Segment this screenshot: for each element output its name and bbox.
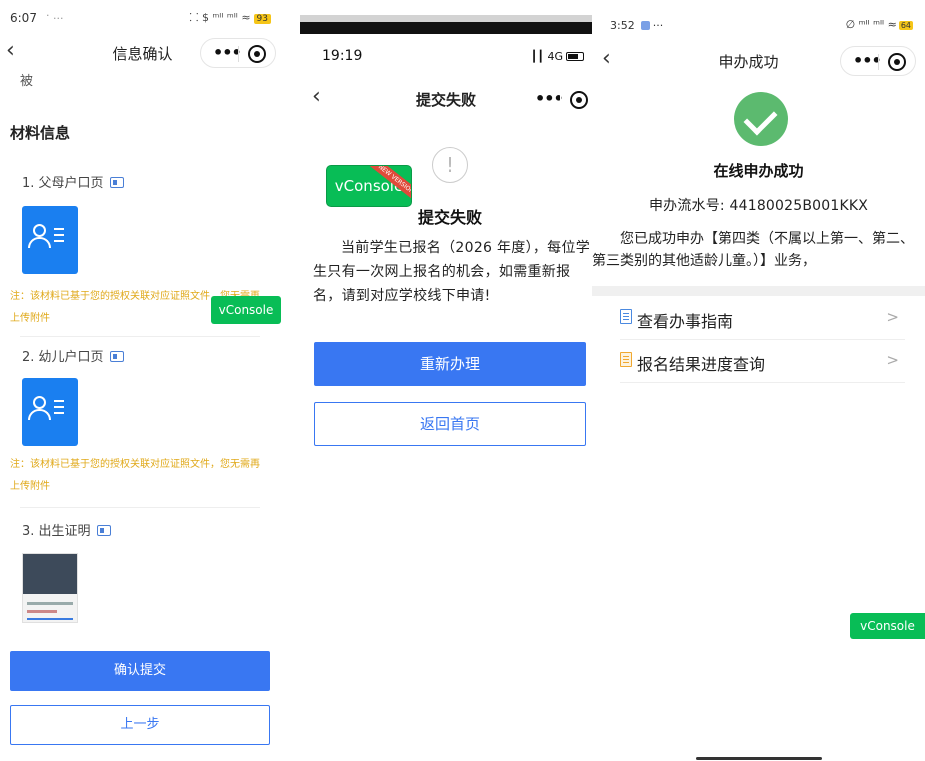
line-icon <box>54 240 64 242</box>
status-time: 6:07 <box>10 11 37 25</box>
target-icon[interactable] <box>888 53 906 71</box>
confirm-submit-button[interactable]: 确认提交 <box>10 651 270 691</box>
signal-icon: ⸬ $ ᵐᴵᴵ ᵐᴵᴵ ≈ <box>189 11 251 24</box>
status-time: 19:19 <box>322 48 363 64</box>
thumb-line <box>27 610 57 613</box>
chevron-right-icon: > <box>886 308 899 326</box>
vconsole-button[interactable]: vConsole <box>850 613 925 639</box>
thumb-line <box>27 618 73 620</box>
line-icon <box>54 400 64 402</box>
menu-item-guide[interactable]: 查看办事指南 > <box>592 298 925 340</box>
document-icon <box>620 352 632 367</box>
document-thumbnail-2[interactable] <box>22 378 78 446</box>
mini-program-capsule: ••• <box>840 46 916 76</box>
person-body-icon <box>28 409 51 420</box>
document-thumbnail-1[interactable] <box>22 206 78 274</box>
line-icon <box>54 234 64 236</box>
capsule-divider <box>878 54 879 70</box>
success-description: 您已成功申办【第四类（不属以上第一、第二、第三类别的其他适龄儿童。）】业务， <box>592 231 914 269</box>
more-icon[interactable]: ••• <box>535 89 564 108</box>
person-icon <box>33 224 46 237</box>
section-divider <box>592 286 925 296</box>
divider <box>20 507 260 508</box>
status-bar: 6:07 · ... ⸬ $ ᵐᴵᴵ ᵐᴵᴵ ≈93 <box>0 0 285 34</box>
line-icon <box>54 228 64 230</box>
previous-step-button[interactable]: 上一步 <box>10 705 270 745</box>
menu-item-progress[interactable]: 报名结果进度查询 > <box>592 341 925 383</box>
id-card-icon <box>96 525 111 536</box>
material-label-2: 2. 幼儿户口页 <box>22 346 124 365</box>
material-label-text: 3. 出生证明 <box>22 524 91 539</box>
status-icons: ┃┃ 4G <box>531 50 584 63</box>
battery-icon: 93 <box>253 14 271 24</box>
partial-text: 被 <box>20 74 34 89</box>
nav-bar: ‹ 信息确认 ••• <box>0 34 285 74</box>
person-body-icon <box>28 237 51 248</box>
status-time: 3:52 <box>610 19 635 32</box>
line-icon <box>54 412 64 414</box>
material-label-text: 2. 幼儿户口页 <box>22 350 104 365</box>
menu-item-label: 报名结果进度查询 <box>637 355 766 374</box>
vconsole-button[interactable]: vConsole <box>211 296 281 324</box>
app-icon <box>640 21 650 30</box>
more-icon[interactable]: ••• <box>213 43 242 62</box>
apply-success-screen: 3:52 ··· ∅ ᵐᴵᴵ ᵐᴵᴵ ≈64 ‹ 申办成功 ••• 在线申办成功 … <box>592 0 925 761</box>
serial-number: 申办流水号: 44180025B001KKX <box>648 198 869 214</box>
status-icons: ⸬ $ ᵐᴵᴵ ᵐᴵᴵ ≈93 <box>189 10 271 25</box>
status-bar: 19:19 ┃┃ 4G <box>300 34 592 74</box>
signal-icon: ∅ ᵐᴵᴵ ᵐᴵᴵ ≈ <box>845 18 897 31</box>
submit-failed-screen: 19:19 ┃┃ 4G ‹ 提交失败 ••• vConsole NEW VERSI… <box>300 0 592 761</box>
status-bar: 3:52 ··· ∅ ᵐᴵᴵ ᵐᴵᴵ ≈64 <box>592 0 925 44</box>
check-icon <box>734 92 788 146</box>
success-title: 在线申办成功 <box>713 162 804 180</box>
material-label-3: 3. 出生证明 <box>22 520 111 539</box>
info-confirm-screen: 6:07 · ... ⸬ $ ᵐᴵᴵ ᵐᴵᴵ ≈93 ‹ 信息确认 ••• 被 … <box>0 0 285 761</box>
battery-icon <box>566 52 584 61</box>
target-icon[interactable] <box>570 91 588 109</box>
status-icons: ∅ ᵐᴵᴵ ᵐᴵᴵ ≈64 <box>846 18 913 31</box>
battery-icon: 64 <box>898 21 913 30</box>
thumb-line <box>27 602 73 605</box>
document-icon <box>620 309 632 324</box>
person-icon <box>33 396 46 409</box>
top-frame <box>300 0 592 34</box>
status-notification-dots: ··· <box>652 19 664 32</box>
material-note-2: 注：该材料已基于您的授权关联对应证照文件，您无需再上传附件 <box>10 459 260 492</box>
divider <box>20 336 260 337</box>
fail-title: 提交失败 <box>418 208 483 227</box>
frame-grey-bar <box>300 15 592 22</box>
frame-black-bar <box>300 22 592 34</box>
thumb-image <box>23 554 77 594</box>
target-icon[interactable] <box>248 45 266 63</box>
line-icon <box>54 406 64 408</box>
menu-item-label: 查看办事指南 <box>637 312 734 331</box>
material-label-text: 1. 父母户口页 <box>22 176 104 191</box>
home-indicator <box>696 757 822 760</box>
more-icon[interactable]: ••• <box>853 51 882 70</box>
divider <box>620 339 905 340</box>
divider <box>620 382 905 383</box>
id-card-icon <box>109 351 124 362</box>
material-label-1: 1. 父母户口页 <box>22 172 124 191</box>
mini-program-capsule: ••• <box>522 84 592 114</box>
fail-message: 当前学生已报名（2026 年度），每位学生只有一次网上报名的机会，如需重新报名，… <box>313 240 591 304</box>
capsule-divider <box>560 92 561 108</box>
vconsole-button[interactable]: vConsole NEW VERSION <box>326 165 412 207</box>
redo-button[interactable]: 重新办理 <box>314 342 586 386</box>
id-card-icon <box>109 177 124 188</box>
birth-certificate-thumbnail[interactable] <box>22 553 78 623</box>
mini-program-capsule: ••• <box>200 38 276 68</box>
signal-icon: ┃┃ 4G <box>530 50 563 63</box>
status-notification-dots: · ... <box>46 9 64 22</box>
capsule-divider <box>238 46 239 62</box>
back-home-button[interactable]: 返回首页 <box>314 402 586 446</box>
warning-icon: ! <box>432 147 468 183</box>
section-title: 材料信息 <box>10 124 71 142</box>
chevron-right-icon: > <box>886 351 899 369</box>
nav-bar: ‹ 提交失败 ••• <box>300 80 592 120</box>
nav-bar: ‹ 申办成功 ••• <box>592 42 925 82</box>
status-time-group: 3:52 ··· <box>610 19 663 32</box>
